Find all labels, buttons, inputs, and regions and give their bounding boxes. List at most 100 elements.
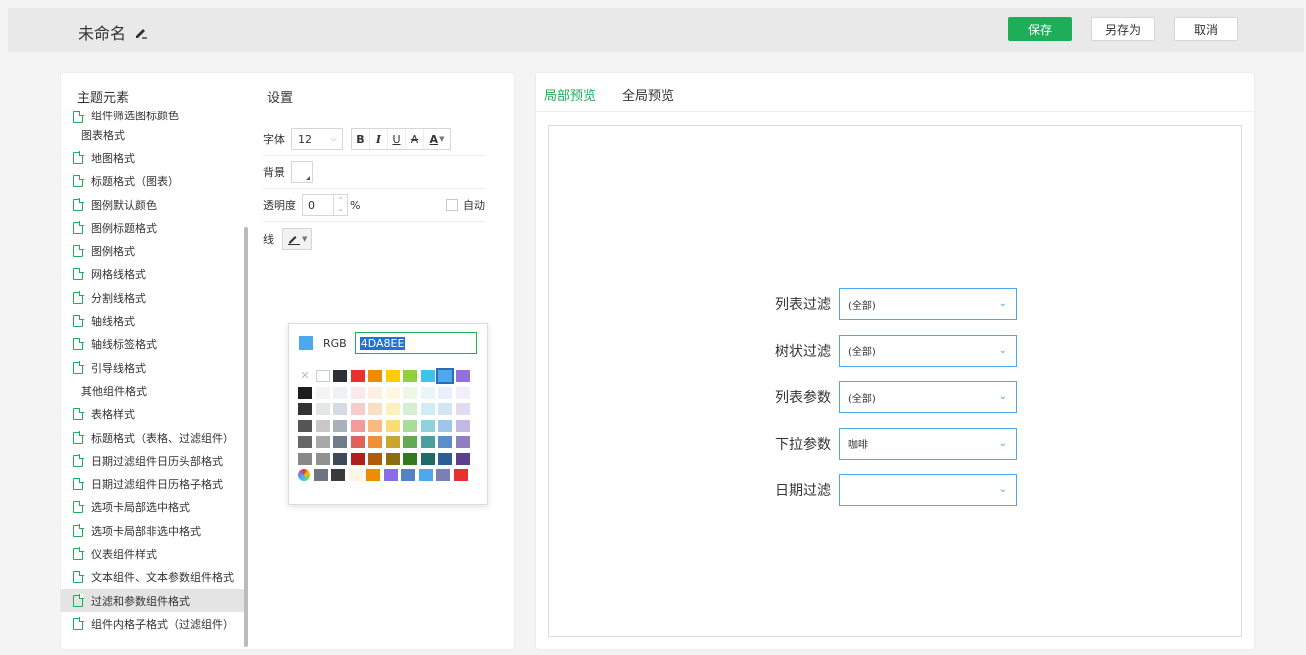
color-swatch[interactable] xyxy=(455,386,470,399)
color-swatch[interactable] xyxy=(403,452,417,465)
filter-dropdown[interactable]: (全部) ⌄ xyxy=(839,334,1017,367)
color-swatch[interactable] xyxy=(438,419,452,432)
color-swatch[interactable] xyxy=(403,419,417,432)
color-swatch[interactable] xyxy=(383,469,398,481)
color-swatch[interactable] xyxy=(436,368,454,384)
tree-item[interactable]: 地图格式 xyxy=(61,146,245,169)
color-swatch[interactable] xyxy=(401,469,415,481)
tree-item[interactable]: 图例标题格式 xyxy=(61,216,245,239)
tree-item[interactable]: 轴线格式 xyxy=(61,309,245,332)
tree-item[interactable]: 日期过滤组件日历格子格式 xyxy=(61,472,245,495)
tab-local-preview[interactable]: 局部预览 xyxy=(544,85,596,104)
color-swatch[interactable] xyxy=(315,419,330,432)
tab-global-preview[interactable]: 全局预览 xyxy=(622,85,674,104)
color-swatch[interactable] xyxy=(313,469,328,481)
stepper-down-icon[interactable]: ⌄ xyxy=(338,205,344,214)
filter-dropdown[interactable]: ⌄ xyxy=(839,474,1017,506)
tree-item[interactable]: 组件筛选图标颜色 xyxy=(61,111,245,123)
tree-item[interactable]: 仪表组件样式 xyxy=(61,542,245,565)
color-swatch[interactable] xyxy=(333,436,347,448)
tree-item[interactable]: 表格样式 xyxy=(61,403,245,426)
color-swatch[interactable] xyxy=(298,386,312,399)
strikethrough-button[interactable]: A xyxy=(406,129,424,149)
color-swatch[interactable] xyxy=(350,436,365,448)
tree-item[interactable]: 日期过滤组件日历头部格式 xyxy=(61,449,245,472)
tree-item[interactable]: 标题格式（图表） xyxy=(61,170,245,193)
color-swatch[interactable] xyxy=(385,419,400,432)
color-swatch[interactable] xyxy=(366,469,380,481)
no-color-icon[interactable]: ✕ xyxy=(298,370,312,382)
font-size-select[interactable]: 12 ⌵ xyxy=(291,128,343,150)
filter-dropdown[interactable]: 咖啡 ⌄ xyxy=(839,427,1017,460)
tree-item[interactable]: 过滤和参数组件格式 xyxy=(61,588,245,613)
color-swatch[interactable] xyxy=(438,386,452,399)
color-swatch[interactable] xyxy=(368,370,382,382)
color-swatch[interactable] xyxy=(420,419,435,432)
save-button[interactable]: 保存 xyxy=(1008,17,1072,41)
color-swatch[interactable] xyxy=(455,403,470,415)
tree-item[interactable]: 网格线格式 xyxy=(61,263,245,286)
color-swatch[interactable] xyxy=(333,452,347,465)
tree-item[interactable]: 分割线格式 xyxy=(61,286,245,309)
italic-button[interactable]: I xyxy=(370,129,388,149)
tree-item[interactable]: 图例格式 xyxy=(61,239,245,262)
color-swatch[interactable] xyxy=(385,403,400,415)
color-swatch[interactable] xyxy=(315,452,330,465)
rgb-hex-input[interactable]: 4DA8EE xyxy=(354,332,477,354)
color-swatch[interactable] xyxy=(385,370,400,382)
color-swatch[interactable] xyxy=(420,436,435,448)
color-swatch[interactable] xyxy=(455,419,470,432)
auto-checkbox[interactable] xyxy=(446,199,458,211)
color-swatch[interactable] xyxy=(350,370,365,382)
color-swatch[interactable] xyxy=(350,419,365,432)
color-swatch[interactable] xyxy=(298,452,312,465)
color-swatch[interactable] xyxy=(315,386,330,399)
color-swatch[interactable] xyxy=(350,452,365,465)
tree-item[interactable]: 选项卡局部选中格式 xyxy=(61,496,245,519)
opacity-stepper[interactable]: ⌃ ⌄ xyxy=(334,194,348,216)
tree-item[interactable]: 组件内格子格式（过滤组件） xyxy=(61,612,245,635)
color-swatch[interactable] xyxy=(333,386,347,399)
bold-button[interactable]: B xyxy=(352,129,370,149)
color-swatch[interactable] xyxy=(403,370,417,382)
color-swatch[interactable] xyxy=(315,436,330,448)
color-swatch[interactable] xyxy=(368,436,382,448)
color-swatch[interactable] xyxy=(298,419,312,432)
color-swatch[interactable] xyxy=(438,403,452,415)
color-swatch[interactable] xyxy=(385,452,400,465)
color-swatch[interactable] xyxy=(420,370,435,382)
opacity-input[interactable]: 0 xyxy=(302,194,334,216)
color-swatch[interactable] xyxy=(420,403,435,415)
underline-button[interactable]: U xyxy=(388,129,406,149)
color-swatch[interactable] xyxy=(298,436,312,448)
color-swatch[interactable] xyxy=(350,386,365,399)
background-color-swatch[interactable] xyxy=(291,161,313,183)
color-swatch[interactable] xyxy=(418,469,433,481)
tree-item[interactable]: 标题格式（表格、过滤组件） xyxy=(61,426,245,449)
color-swatch[interactable] xyxy=(315,370,330,382)
color-swatch[interactable] xyxy=(348,469,363,481)
filter-dropdown[interactable]: (全部) ⌄ xyxy=(839,288,1017,320)
color-swatch[interactable] xyxy=(368,386,382,399)
color-swatch[interactable] xyxy=(455,370,470,382)
tree-group[interactable]: 图表格式 xyxy=(61,123,245,146)
line-color-button[interactable]: ▼ xyxy=(282,227,313,250)
tree-scrollbar[interactable] xyxy=(244,227,248,647)
color-swatch[interactable] xyxy=(350,403,365,415)
color-swatch[interactable] xyxy=(298,403,312,415)
color-swatch[interactable] xyxy=(368,403,382,415)
color-swatch[interactable] xyxy=(331,469,345,481)
font-color-button[interactable]: A ▼ xyxy=(424,129,450,149)
color-swatch[interactable] xyxy=(420,386,435,399)
color-swatch[interactable] xyxy=(403,386,417,399)
color-swatch[interactable] xyxy=(420,452,435,465)
color-swatch[interactable] xyxy=(438,452,452,465)
color-swatch[interactable] xyxy=(333,403,347,415)
color-swatch[interactable] xyxy=(333,419,347,432)
color-swatch[interactable] xyxy=(403,403,417,415)
color-swatch[interactable] xyxy=(453,469,468,481)
color-swatch[interactable] xyxy=(385,436,400,448)
color-swatch[interactable] xyxy=(438,436,452,448)
color-swatch[interactable] xyxy=(333,370,347,382)
tree-item[interactable]: 图例默认颜色 xyxy=(61,193,245,216)
